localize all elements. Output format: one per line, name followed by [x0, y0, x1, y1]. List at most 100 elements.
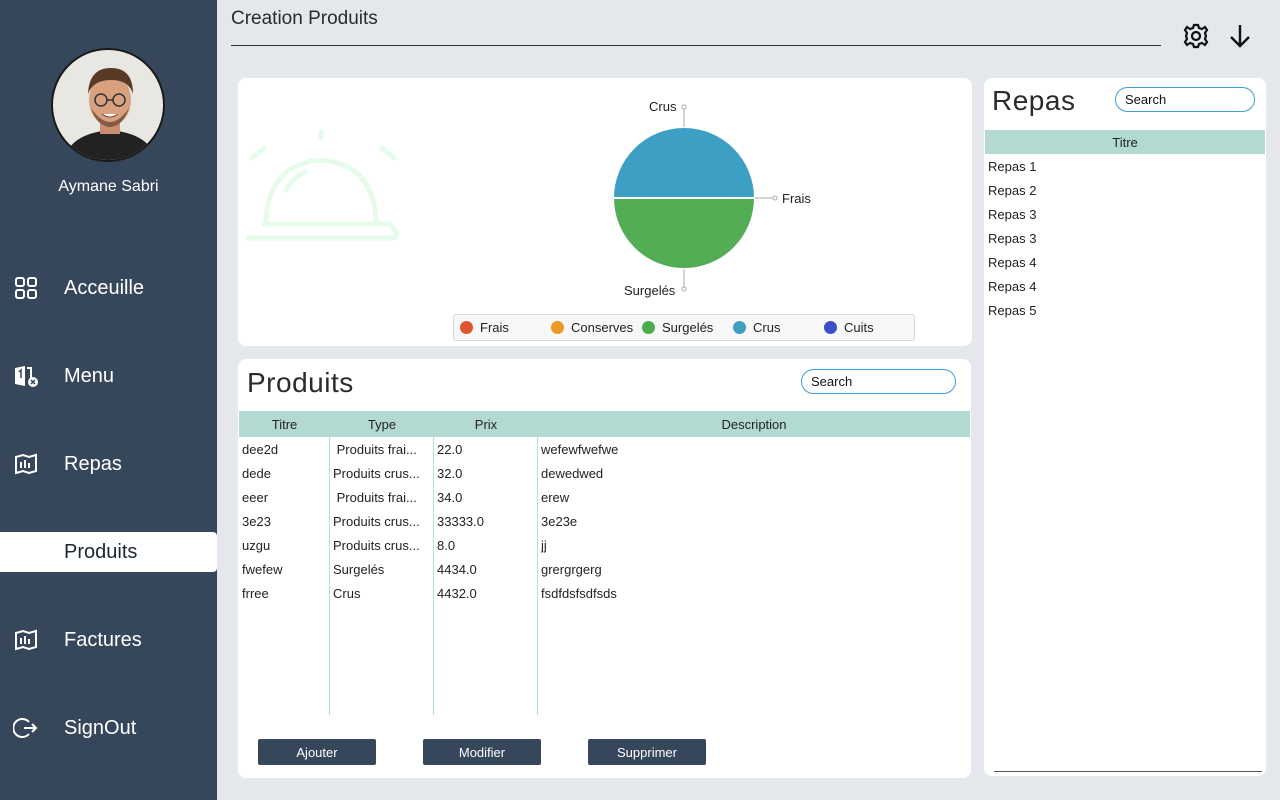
list-item[interactable]: Repas 1: [988, 159, 1036, 174]
user-name: Aymane Sabri: [58, 178, 159, 195]
produits-card: Produits Titre Type Prix Description dee…: [238, 359, 971, 778]
legend-dot-surgeles: [642, 321, 655, 334]
cell-titre: eeer: [242, 490, 269, 505]
cell-titre: frree: [242, 586, 269, 601]
cell-type: Produits crus...: [333, 466, 420, 481]
cell-type: Produits frai...: [333, 442, 417, 457]
cell-type: Produits frai...: [333, 490, 417, 505]
legend-item-frais: Frais: [460, 320, 509, 335]
cell-description: jj: [541, 538, 547, 553]
pie-label-crus: Crus: [649, 99, 677, 114]
col-header-prix[interactable]: Prix: [434, 417, 538, 432]
col-header-description[interactable]: Description: [538, 417, 970, 432]
nav-item-repas[interactable]: Repas: [0, 444, 217, 484]
legend-label-cuits: Cuits: [844, 320, 874, 335]
nav-item-produits[interactable]: Produits: [0, 532, 217, 572]
title-underline: [231, 45, 1161, 46]
legend-label-crus: Crus: [753, 320, 781, 335]
pie-label-surgeles: Surgelés: [624, 283, 676, 298]
invoice-icon: [15, 629, 37, 651]
pie-slice-crus: [611, 126, 757, 199]
nav-item-acceuille[interactable]: Acceuille: [0, 268, 217, 308]
table-row[interactable]: dee2d Produits frai... 22.0 wefewfwefwe: [239, 437, 970, 461]
cell-titre: fwefew: [242, 562, 283, 577]
cell-prix: 34.0: [437, 490, 463, 505]
chart-card: Crus Frais Surgelés Frais Conserves Surg…: [238, 78, 972, 346]
signout-icon: [13, 718, 38, 738]
legend-dot-cuits: [824, 321, 837, 334]
produits-table-body: dee2d Produits frai... 22.0 wefewfwefwe …: [239, 437, 970, 715]
produits-heading: Produits: [247, 367, 354, 398]
legend-dot-conserves: [551, 321, 564, 334]
cell-prix: 33333.0: [437, 514, 484, 529]
col-header-titre[interactable]: Titre: [239, 417, 330, 432]
nav-label-signout: SignOut: [64, 717, 137, 739]
repas-card: Repas Titre Repas 1 Repas 2 Repas 3 Repa…: [984, 78, 1266, 776]
cell-description: fsdfdsfsdfsds: [541, 586, 617, 601]
nav-item-menu[interactable]: Menu: [0, 356, 217, 396]
add-button[interactable]: Ajouter: [258, 739, 376, 765]
repas-heading: Repas: [992, 85, 1076, 116]
cell-type: Produits crus...: [333, 514, 420, 529]
cell-titre: dede: [242, 466, 271, 481]
sidebar: Aymane Sabri Acceuille Menu Repas Produi…: [0, 0, 217, 800]
nav-label-produits: Produits: [64, 541, 138, 563]
avatar: [51, 48, 165, 162]
chart-legend: Frais Conserves Surgelés Crus Cuits: [453, 314, 915, 341]
legend-dot-frais: [460, 321, 473, 334]
nav-label-menu: Menu: [64, 365, 115, 387]
table-row[interactable]: dede Produits crus... 32.0 dewedwed: [239, 461, 970, 485]
gear-icon[interactable]: [1182, 22, 1210, 50]
leader-line-right-dot: [772, 195, 778, 201]
table-row[interactable]: fwefew Surgelés 4434.0 grergrgerg: [239, 557, 970, 581]
list-item[interactable]: Repas 5: [988, 303, 1036, 318]
cell-type: Crus: [333, 586, 361, 601]
legend-item-crus: Crus: [733, 320, 780, 335]
menu-book-icon: [15, 366, 38, 387]
cell-prix: 8.0: [437, 538, 456, 553]
cell-titre: 3e23: [242, 514, 271, 529]
legend-label-conserves: Conserves: [571, 320, 634, 335]
table-row[interactable]: eeer Produits frai... 34.0 erew: [239, 485, 970, 509]
list-item[interactable]: Repas 2: [988, 183, 1036, 198]
cell-description: wefewfwefwe: [541, 442, 619, 457]
cell-prix: 32.0: [437, 466, 463, 481]
nav-label-acceuille: Acceuille: [64, 277, 145, 299]
table-row[interactable]: frree Crus 4432.0 fsdfdsfsdfsds: [239, 581, 970, 605]
cell-prix: 22.0: [437, 442, 463, 457]
dashboard-icon: [15, 277, 37, 299]
col-header-type[interactable]: Type: [330, 417, 434, 432]
nav-item-factures[interactable]: Factures: [0, 620, 217, 660]
repas-search-input[interactable]: [1115, 87, 1255, 112]
arrow-down-icon[interactable]: [1226, 22, 1254, 50]
list-item[interactable]: Repas 4: [988, 279, 1036, 294]
legend-label-frais: Frais: [480, 320, 509, 335]
edit-button[interactable]: Modifier: [423, 739, 541, 765]
cell-prix: 4434.0: [437, 562, 477, 577]
meal-icon: [15, 453, 37, 475]
nav-item-signout[interactable]: SignOut: [0, 708, 217, 748]
cell-description: erew: [541, 490, 570, 505]
delete-button[interactable]: Supprimer: [588, 739, 706, 765]
cell-prix: 4432.0: [437, 586, 477, 601]
legend-label-surgeles: Surgelés: [662, 320, 714, 335]
cell-type: Produits crus...: [333, 538, 420, 553]
list-item[interactable]: Repas 4: [988, 255, 1036, 270]
table-row[interactable]: uzgu Produits crus... 8.0 jj: [239, 533, 970, 557]
list-item[interactable]: Repas 3: [988, 231, 1036, 246]
legend-item-cuits: Cuits: [824, 320, 874, 335]
cell-titre: uzgu: [242, 538, 271, 553]
pie-label-frais: Frais: [782, 191, 811, 206]
legend-dot-crus: [733, 321, 746, 334]
leader-line-bottom-dot: [681, 286, 687, 292]
legend-item-surgeles: Surgelés: [642, 320, 713, 335]
cell-description: dewedwed: [541, 466, 604, 481]
leader-line-top-dot: [681, 104, 687, 110]
page-title: Creation Produits: [231, 8, 378, 29]
produits-search-input[interactable]: [801, 369, 956, 394]
nav-label-repas: Repas: [64, 453, 122, 475]
repas-table-header[interactable]: Titre: [985, 130, 1265, 154]
pie-slice-surgels: [611, 197, 757, 270]
list-item[interactable]: Repas 3: [988, 207, 1036, 222]
table-row[interactable]: 3e23 Produits crus... 33333.0 3e23e: [239, 509, 970, 533]
